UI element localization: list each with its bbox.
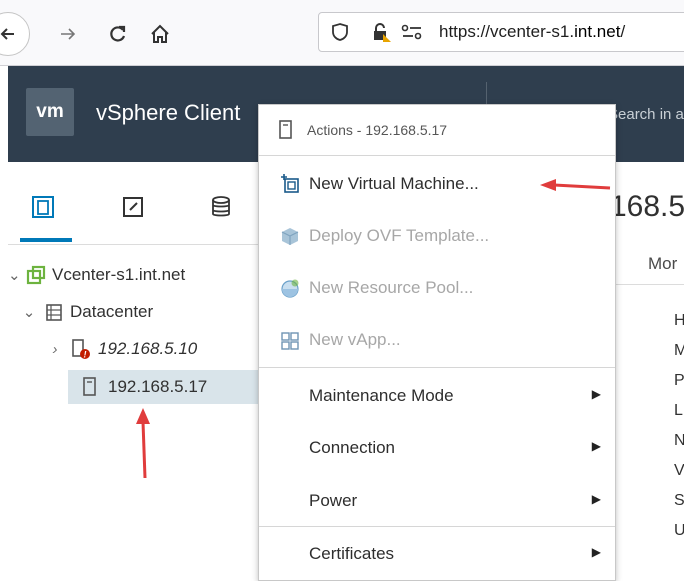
- resource-pool-icon: [281, 279, 299, 298]
- back-button[interactable]: [0, 12, 30, 56]
- menu-item-label: Power: [309, 491, 358, 510]
- summary-field-label: M: [674, 342, 684, 359]
- vcenter-icon: [26, 265, 46, 285]
- submenu-arrow-icon: ▶: [591, 439, 601, 453]
- forward-button[interactable]: [52, 18, 84, 50]
- submenu-arrow-icon: ▶: [591, 545, 601, 559]
- menu-item-label: Connection: [309, 438, 396, 457]
- reload-icon: [110, 25, 126, 42]
- vms-templates-icon: [123, 197, 143, 217]
- host-error-icon: !: [72, 339, 90, 360]
- active-tab-indicator: [20, 238, 72, 242]
- tab-monitor[interactable]: Mor: [648, 254, 677, 274]
- shield-icon[interactable]: [331, 22, 349, 47]
- summary-field-label: U: [674, 522, 684, 539]
- storage-icon: [212, 196, 230, 217]
- deploy-ovf-icon: [281, 228, 299, 245]
- browser-toolbar: https://vcenter-s1.int.net/: [0, 0, 684, 66]
- annotation-arrow-left: [540, 179, 611, 191]
- menu-item-label: Certificates: [309, 544, 395, 563]
- menu-item-certificates[interactable]: Certificates ▶: [259, 533, 615, 577]
- svg-text:!: !: [84, 350, 87, 360]
- insecure-lock-icon[interactable]: [371, 21, 393, 48]
- submenu-arrow-icon: ▶: [591, 387, 601, 401]
- global-search-input[interactable]: Search in all: [608, 106, 684, 123]
- back-arrow-icon: [0, 28, 14, 40]
- menu-item-new-vapp[interactable]: New vApp...: [259, 319, 615, 363]
- new-vm-icon: [281, 174, 299, 193]
- object-title: 168.5: [610, 190, 684, 223]
- tree-item-vcenter[interactable]: ⌄ Vcenter-s1.int.net: [8, 260, 185, 290]
- host-icon: [83, 377, 96, 396]
- chevron-down-icon[interactable]: ⌄: [20, 303, 38, 321]
- menu-item-new-resource-pool[interactable]: New Resource Pool...: [259, 267, 615, 311]
- navigator-tabs: [8, 162, 258, 245]
- summary-field-label: P: [674, 372, 684, 389]
- inventory-navigator: ⌄ Vcenter-s1.int.net ⌄ Datacenter › ! 19…: [8, 162, 258, 579]
- menu-item-label: New vApp...: [309, 330, 401, 349]
- address-bar[interactable]: https://vcenter-s1.int.net/: [318, 12, 684, 52]
- menu-item-label: New Resource Pool...: [309, 278, 474, 297]
- tree-item-datacenter[interactable]: ⌄ Datacenter: [20, 297, 153, 327]
- summary-field-label: V: [674, 462, 684, 479]
- tree-item-label: 192.168.5.17: [108, 377, 208, 396]
- vm-logo: vm: [26, 88, 74, 136]
- summary-field-label: N: [674, 432, 684, 449]
- submenu-arrow-icon: ▶: [591, 492, 601, 506]
- tab-vms-templates[interactable]: [116, 190, 150, 224]
- chevron-down-icon[interactable]: ⌄: [8, 266, 21, 284]
- datacenter-icon: [46, 304, 62, 321]
- url-text[interactable]: https://vcenter-s1.int.net/: [439, 22, 625, 42]
- summary-field-label: L: [674, 402, 683, 419]
- context-menu-header: Actions - 192.168.5.17: [259, 105, 615, 156]
- tree-item-host-disconnected[interactable]: › ! 192.168.5.10: [46, 334, 198, 364]
- menu-item-label: New Virtual Machine...: [309, 174, 479, 193]
- menu-item-label: Deploy OVF Template...: [309, 226, 490, 245]
- chevron-right-icon[interactable]: ›: [46, 341, 64, 358]
- menu-item-power[interactable]: Power ▶: [259, 480, 615, 524]
- hosts-clusters-icon: [32, 196, 54, 218]
- menu-separator: [259, 367, 615, 368]
- menu-separator: [259, 526, 615, 527]
- permissions-icon[interactable]: [401, 23, 423, 46]
- menu-item-maintenance-mode[interactable]: Maintenance Mode ▶: [259, 375, 615, 419]
- menu-item-deploy-ovf-template[interactable]: Deploy OVF Template...: [259, 215, 615, 259]
- host-icon: [279, 120, 292, 139]
- tree-item-label: 192.168.5.10: [98, 339, 198, 358]
- tree-item-label: Datacenter: [70, 302, 154, 321]
- context-menu-title: Actions - 192.168.5.17: [307, 122, 448, 138]
- summary-field-label: H: [674, 312, 684, 329]
- forward-arrow-icon: [61, 28, 76, 40]
- home-icon: [151, 24, 169, 43]
- home-button[interactable]: [144, 18, 176, 50]
- menu-item-connection[interactable]: Connection ▶: [259, 427, 615, 471]
- tab-hosts-clusters[interactable]: [26, 190, 60, 224]
- tab-storage[interactable]: [204, 190, 238, 224]
- menu-item-label: Maintenance Mode: [309, 386, 454, 405]
- tree-item-host-selected[interactable]: 192.168.5.17: [68, 370, 258, 404]
- new-vapp-icon: [281, 332, 299, 350]
- reload-button[interactable]: [102, 18, 134, 50]
- annotation-arrow-up: [136, 408, 150, 479]
- app-title[interactable]: vSphere Client: [96, 100, 240, 126]
- tree-item-label: Vcenter-s1.int.net: [52, 265, 186, 284]
- summary-field-label: S: [674, 492, 684, 509]
